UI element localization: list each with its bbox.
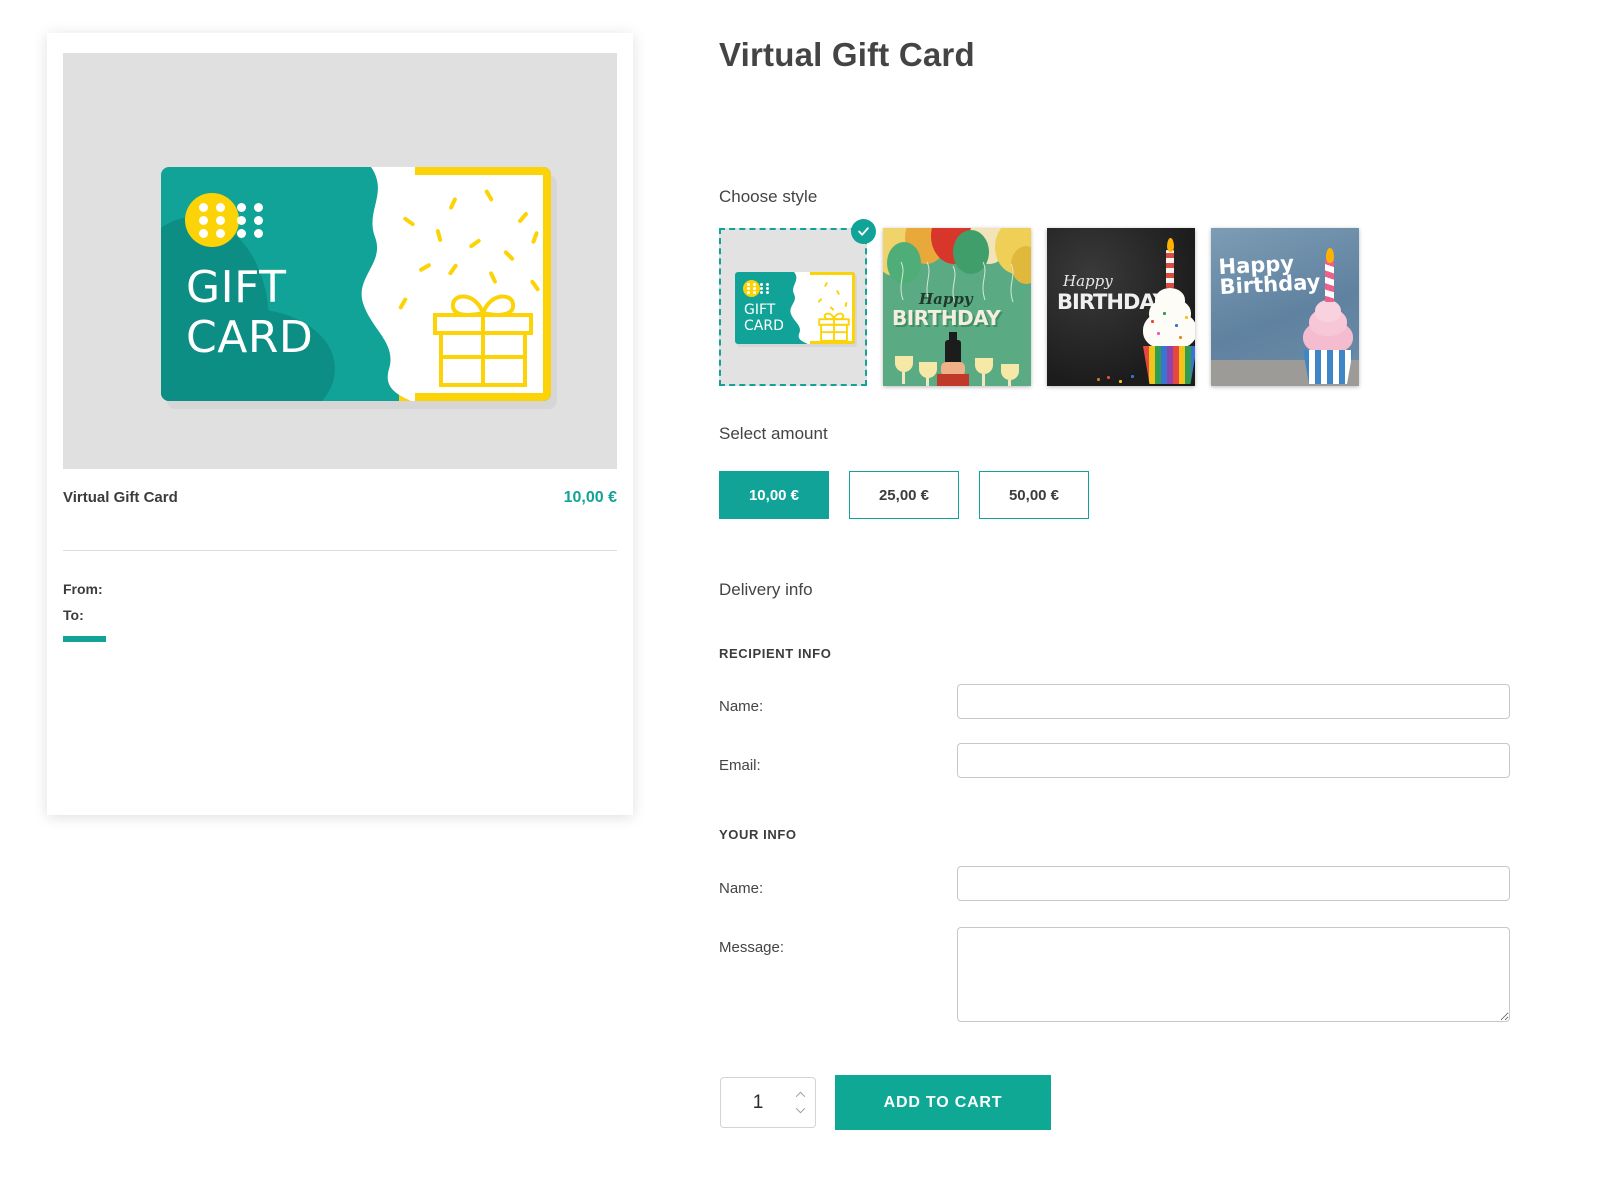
style-thumb-block-text: Happy Birthday	[1218, 251, 1340, 299]
style-thumb-script-text: Happy	[1063, 272, 1113, 290]
message-textarea[interactable]	[957, 927, 1510, 1022]
page-title: Virtual Gift Card	[719, 36, 975, 73]
add-to-cart-button[interactable]: ADD TO CART	[835, 1075, 1051, 1130]
style-option-giftcard[interactable]: GIFT CARD	[719, 219, 876, 386]
mini-line1: GIFT	[744, 302, 776, 318]
mini-gift-card-text: GIFT CARD	[744, 302, 784, 334]
your-info-label: YOUR INFO	[719, 827, 797, 842]
select-amount-heading: Select amount	[719, 424, 828, 443]
amount-option-list: 10,00 € 25,00 € 50,00 €	[719, 471, 1109, 519]
gift-box-icon	[818, 312, 850, 342]
brand-logo-icon	[185, 193, 297, 247]
your-name-input[interactable]	[957, 866, 1510, 901]
delivery-info-heading: Delivery info	[719, 580, 813, 599]
your-name-label: Name:	[719, 880, 764, 897]
gift-card-art-line2: CARD	[186, 312, 314, 363]
amount-option-25[interactable]: 25,00 €	[849, 471, 959, 519]
gift-card-art-text: GIFT CARD	[186, 263, 313, 363]
chevron-down-icon[interactable]	[795, 1107, 806, 1114]
style-option-chalkboard[interactable]: Happy BIRTHDAY	[1047, 228, 1195, 386]
wave-divider-shape	[790, 272, 810, 344]
chevron-up-icon[interactable]	[795, 1091, 806, 1098]
style-option-list: GIFT CARD Happy BIRTHDAY Happy BIRTHDAY …	[719, 219, 1375, 386]
wave-divider-shape	[361, 167, 415, 401]
choose-style-heading: Choose style	[719, 187, 818, 206]
mini-gift-card-art: GIFT CARD	[735, 272, 855, 344]
recipient-name-input[interactable]	[957, 684, 1510, 719]
check-icon	[851, 219, 876, 244]
recipient-email-label: Email:	[719, 757, 761, 774]
preview-accent-bar	[63, 636, 106, 642]
preview-product-price: 10,00 €	[563, 489, 617, 506]
quantity-value[interactable]: 1	[721, 1092, 789, 1114]
recipient-email-input[interactable]	[957, 743, 1510, 778]
message-label: Message:	[719, 939, 785, 956]
preview-product-row: Virtual Gift Card 10,00 €	[63, 489, 617, 507]
preview-to-label: To:	[63, 607, 84, 623]
amount-option-10[interactable]: 10,00 €	[719, 471, 829, 519]
gift-card-product-page: GIFT CARD Virtual Gift Card 10,00 € From…	[0, 0, 1619, 1188]
recipient-name-label: Name:	[719, 698, 764, 715]
gift-card-art-line1: GIFT	[186, 262, 287, 313]
preview-from-label: From:	[63, 581, 103, 597]
style-option-blue-cupcake[interactable]: Happy Birthday	[1211, 228, 1359, 386]
preview-product-name: Virtual Gift Card	[63, 489, 178, 506]
gift-card-preview-image: GIFT CARD	[63, 53, 617, 469]
gift-card-illustration: GIFT CARD	[161, 167, 551, 401]
style-thumb-block-text: BIRTHDAY	[892, 306, 1001, 330]
recipient-info-label: RECIPIENT INFO	[719, 646, 832, 661]
quantity-arrows	[789, 1091, 815, 1114]
gift-card-preview-panel: GIFT CARD Virtual Gift Card 10,00 € From…	[47, 33, 633, 815]
mini-line2: CARD	[744, 318, 784, 334]
style-option-balloons[interactable]: Happy BIRTHDAY	[883, 228, 1031, 386]
gift-box-icon	[433, 294, 533, 387]
amount-option-50[interactable]: 50,00 €	[979, 471, 1089, 519]
preview-divider	[63, 550, 617, 551]
quantity-stepper[interactable]: 1	[720, 1077, 816, 1128]
